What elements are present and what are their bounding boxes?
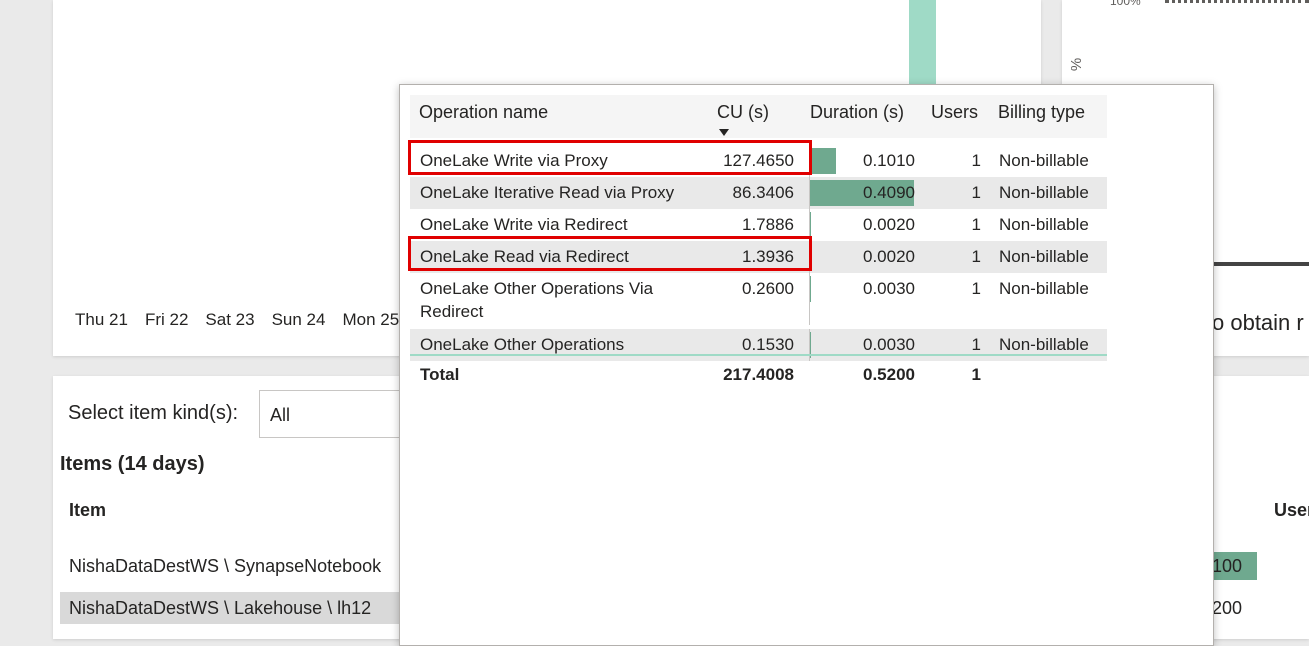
duration-value: 0.0020 <box>863 215 915 234</box>
item-kind-select[interactable]: All <box>259 390 409 438</box>
highlight-box-read-via-redirect <box>408 236 812 271</box>
table-row[interactable]: OneLake Other Operations 0.1530 0.0030 1 Non… <box>410 329 1107 361</box>
duration-value: 0.0020 <box>863 247 915 266</box>
partial-hint-text: o obtain r <box>1212 310 1304 335</box>
chart-axis-line <box>1212 262 1309 266</box>
day-label: Mon 25 <box>342 310 400 329</box>
duration-value: 0.4090 <box>863 183 915 202</box>
billing-type-value: Non-billable <box>999 183 1089 202</box>
chart-column-bar[interactable] <box>909 0 936 84</box>
column-header-users[interactable]: Users <box>931 102 978 123</box>
billing-type-value: Non-billable <box>999 215 1089 234</box>
total-row: Total 217.4008 0.5200 1 <box>410 363 1107 387</box>
duration-value: 0.0030 <box>863 279 915 298</box>
users-value: 1 <box>971 215 981 234</box>
operation-name-line2: Redirect <box>420 302 484 321</box>
table-row[interactable]: OneLake Other Operations Via Redirect 0.26… <box>410 273 1107 325</box>
day-label: Fri 22 <box>144 310 189 329</box>
duration-value: 0.1010 <box>863 151 915 170</box>
table-row[interactable]: NishaDataDestWS \ SynapseNotebook <box>60 550 405 582</box>
y-axis-title: % <box>1068 57 1086 72</box>
users-value: 1 <box>971 335 981 354</box>
column-header-operation-name[interactable]: Operation name <box>419 102 548 123</box>
x-axis-day-labels: Thu 21 Fri 22 Sat 23 Sun 24 Mon 25 <box>75 310 416 330</box>
operation-name: OneLake Other Operations <box>420 335 625 354</box>
day-label: Sat 23 <box>205 310 255 329</box>
sort-descending-icon <box>719 129 729 136</box>
duration-column-separator <box>809 273 810 325</box>
billing-type-value: Non-billable <box>999 279 1089 298</box>
cu-value: 0.2600 <box>742 279 794 298</box>
operation-name: OneLake Other Operations Via <box>420 279 654 298</box>
column-header-users[interactable]: User <box>1274 500 1309 521</box>
column-header-cu[interactable]: CU (s) <box>717 102 769 123</box>
items-title: Items (14 days) <box>60 453 205 475</box>
total-cu: 217.4008 <box>723 365 794 384</box>
billing-type-value: Non-billable <box>999 335 1089 354</box>
users-value: 1 <box>971 247 981 266</box>
select-item-kind-label: Select item kind(s): <box>68 402 239 424</box>
users-value: 1 <box>971 183 981 202</box>
column-header-billing-type[interactable]: Billing type <box>998 102 1085 123</box>
duration-column-separator <box>809 177 810 209</box>
column-header-item[interactable]: Item <box>69 500 106 521</box>
total-duration: 0.5200 <box>863 365 915 384</box>
cu-value: 1.7886 <box>742 215 794 234</box>
table-row[interactable]: OneLake Iterative Read via Proxy 86.3406 0… <box>410 177 1107 209</box>
cu-value: 0.1530 <box>742 335 794 354</box>
table-bottom-rule <box>410 354 1107 356</box>
duration-value: 0.0030 <box>863 335 915 354</box>
day-label: Sun 24 <box>271 310 326 329</box>
duration-column-separator <box>809 329 810 361</box>
operation-name: OneLake Write via Redirect <box>420 215 628 234</box>
threshold-dotted-line <box>1165 0 1309 3</box>
total-users: 1 <box>971 365 981 384</box>
billing-type-value: Non-billable <box>999 247 1089 266</box>
users-value: 1 <box>971 279 981 298</box>
operation-name: OneLake Iterative Read via Proxy <box>420 183 675 202</box>
day-label: Thu 21 <box>75 310 128 329</box>
billing-type-value: Non-billable <box>999 151 1089 170</box>
highlight-box-write-via-proxy <box>408 140 812 175</box>
y-axis-top-label: 100% <box>1110 0 1141 8</box>
operations-tooltip: Operation name CU (s) Duration (s) Users… <box>399 84 1214 646</box>
users-value: 1 <box>971 151 981 170</box>
total-label: Total <box>420 365 460 384</box>
cu-value: 86.3406 <box>732 183 794 202</box>
column-header-duration[interactable]: Duration (s) <box>810 102 904 123</box>
table-row-selected[interactable]: NishaDataDestWS \ Lakehouse \ lh12 <box>60 592 405 624</box>
